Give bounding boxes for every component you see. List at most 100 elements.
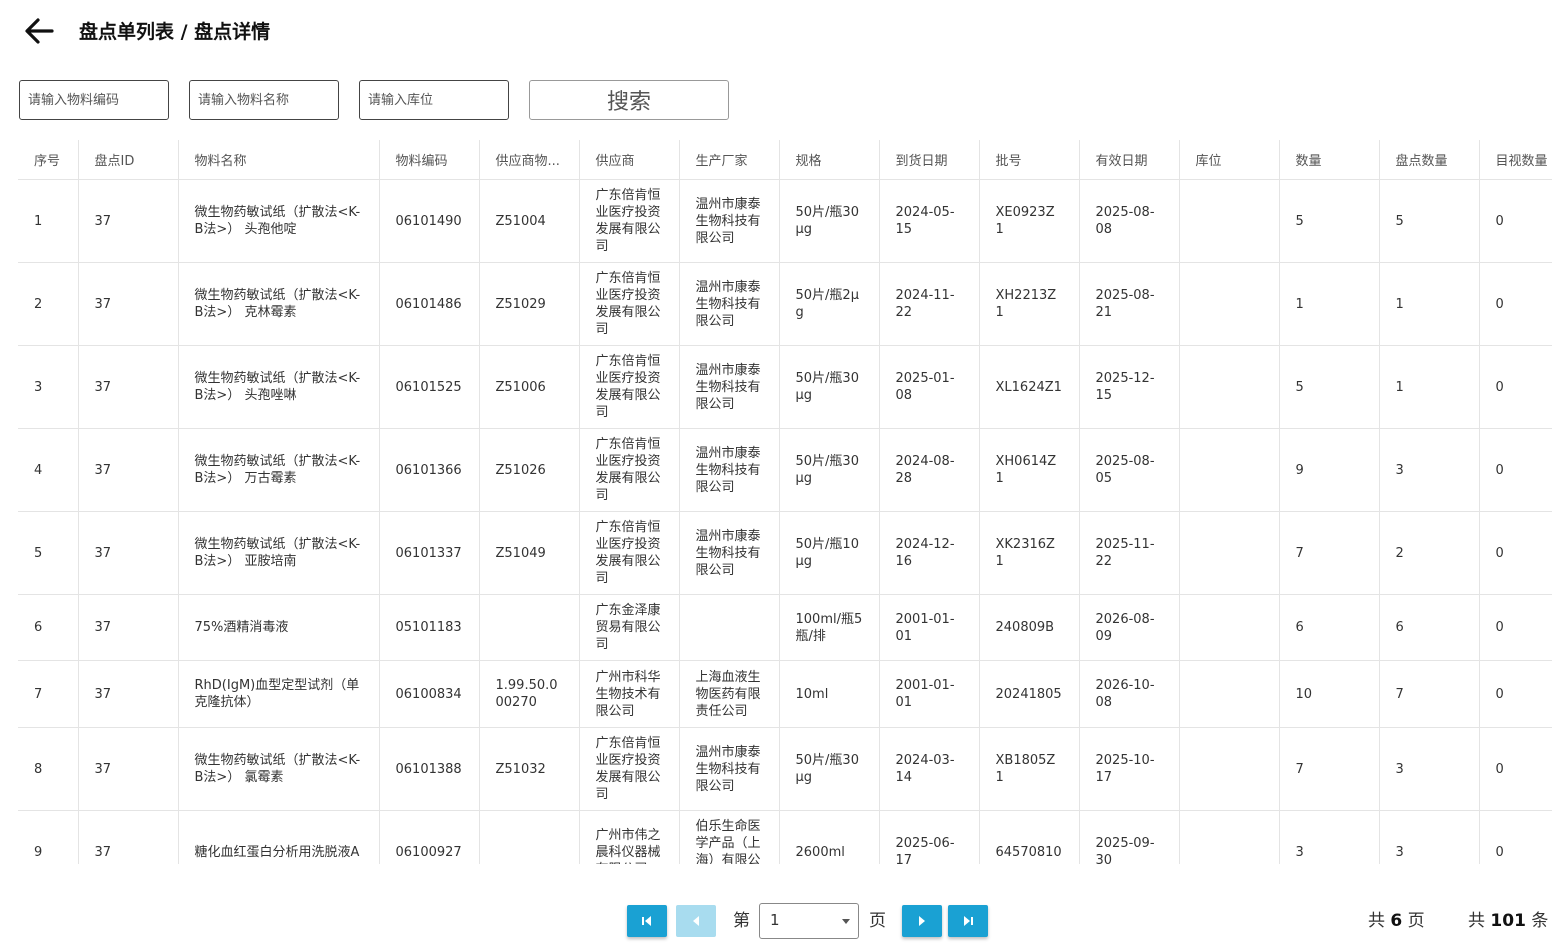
table-cell: 0 — [1479, 179, 1552, 263]
table-cell: 9 — [18, 810, 79, 864]
total-pages-value: 6 — [1390, 911, 1403, 931]
table-cell: Z51006 — [479, 345, 580, 429]
table-cell: 06101490 — [379, 179, 480, 263]
pagination: 第 1 页 共 6 页 共 101 条 — [0, 900, 1552, 944]
table-cell: 广东倍肯恒业医疗投资发展有限公司 — [579, 428, 680, 512]
table-cell: 06101486 — [379, 262, 480, 346]
total-pages: 共 6 页 — [1368, 910, 1425, 932]
table-cell — [1179, 594, 1280, 661]
table-cell: 5 — [1379, 179, 1480, 263]
table-cell: 5 — [1279, 179, 1380, 263]
table-cell: 37 — [78, 727, 179, 811]
table-cell: 温州市康泰生物科技有限公司 — [679, 262, 780, 346]
table-cell: 2024-08-28 — [879, 428, 980, 512]
location-input[interactable] — [359, 80, 509, 120]
table-header-row: 序号 盘点ID 物料名称 物料编码 供应商物... 供应商 生产厂家 规格 到货日期 批号 有效日期… — [18, 140, 1552, 180]
table-row[interactable]: 6 37 75%酒精消毒液 05101183 广东金泽康贸易有限公司 100ml/瓶5瓶/… — [18, 594, 1552, 661]
table-cell: 37 — [78, 594, 179, 661]
column-header: 库位 — [1179, 140, 1280, 180]
page-suffix-label: 页 — [869, 911, 886, 931]
column-header: 规格 — [779, 140, 880, 180]
table-cell: 7 — [1279, 511, 1380, 595]
column-header: 盘点数量 — [1379, 140, 1480, 180]
table-cell: 50片/瓶10μg — [779, 511, 880, 595]
material-code-input[interactable] — [19, 80, 169, 120]
table-cell: 1.99.50.000270 — [479, 660, 580, 728]
table-cell: 0 — [1479, 511, 1552, 595]
table-row[interactable]: 5 37 微生物药敏试纸（扩散法<K-B法>） 亚胺培南 06101337 Z51049… — [18, 511, 1552, 595]
table-cell — [479, 810, 580, 864]
column-header: 有效日期 — [1079, 140, 1180, 180]
table-cell: 广东倍肯恒业医疗投资发展有限公司 — [579, 727, 680, 811]
table-cell: 7 — [1279, 727, 1380, 811]
table-row[interactable]: 937糖化血红蛋白分析用洗脱液A06100927 广州市伟之晨科仪器械有限公司伯乐… — [18, 810, 1552, 864]
table-cell: 06101388 — [379, 727, 480, 811]
table-cell: 05101183 — [379, 594, 480, 661]
table-row[interactable]: 1 37 微生物药敏试纸（扩散法<K-B法>） 头孢他啶 06101490 Z51004… — [18, 179, 1552, 263]
table-cell: 50片/瓶30μg — [779, 727, 880, 811]
table-cell: 5 — [1279, 345, 1380, 429]
column-header: 物料名称 — [178, 140, 380, 180]
search-button[interactable]: 搜索 — [529, 80, 729, 120]
table-cell: 37 — [78, 511, 179, 595]
table-cell: 6 — [1279, 594, 1380, 661]
table-row[interactable]: 3 37 微生物药敏试纸（扩散法<K-B法>） 头孢唑啉 06101525 Z51006… — [18, 345, 1552, 429]
table-cell: 温州市康泰生物科技有限公司 — [679, 345, 780, 429]
table-row[interactable]: 4 37 微生物药敏试纸（扩散法<K-B法>） 万古霉素 06101366 Z51026… — [18, 428, 1552, 512]
table-cell: 37 — [78, 345, 179, 429]
column-header: 物料编码 — [379, 140, 480, 180]
material-name-input[interactable] — [189, 80, 339, 120]
table-cell: 37 — [78, 428, 179, 512]
prev-page-button[interactable] — [676, 905, 716, 937]
table-cell: 8 — [18, 727, 79, 811]
table-cell: 2025-10-17 — [1079, 727, 1180, 811]
table-row[interactable]: 7 37 RhD(IgM)血型定型试剂（单克隆抗体） 06100834 1.99.50.… — [18, 660, 1552, 728]
table-row[interactable]: 2 37 微生物药敏试纸（扩散法<K-B法>） 克林霉素 06101486 Z51029… — [18, 262, 1552, 346]
table-cell: 1 — [1379, 345, 1480, 429]
table-cell — [1179, 511, 1280, 595]
table-cell: 2024-11-22 — [879, 262, 980, 346]
table-cell — [679, 594, 780, 661]
table-cell: 广州市科华生物技术有限公司 — [579, 660, 680, 728]
table-cell — [1179, 660, 1280, 728]
table-cell — [1179, 727, 1280, 811]
table-cell: 1 — [1379, 262, 1480, 346]
last-page-button[interactable] — [948, 905, 988, 937]
table-cell: 4 — [18, 428, 79, 512]
table-cell — [1179, 345, 1280, 429]
page-prefix-label: 第 — [733, 911, 750, 931]
table-cell: Z51029 — [479, 262, 580, 346]
table-row[interactable]: 8 37 微生物药敏试纸（扩散法<K-B法>） 氯霉素 06101388 Z51032 广… — [18, 727, 1552, 811]
table-cell: 广东金泽康贸易有限公司 — [579, 594, 680, 661]
table-cell: 0 — [1479, 810, 1552, 864]
table-cell: 3 — [18, 345, 79, 429]
table-cell: XL1624Z1 — [979, 345, 1080, 429]
table-cell: 微生物药敏试纸（扩散法<K-B法>） 亚胺培南 — [178, 511, 380, 595]
column-header: 供应商 — [579, 140, 680, 180]
first-page-icon — [642, 916, 651, 926]
next-page-button[interactable] — [902, 905, 942, 937]
next-page-icon — [919, 916, 925, 926]
arrow-left-icon — [25, 18, 54, 44]
table-cell: 2025-09-30 — [1079, 810, 1180, 864]
prev-page-icon — [693, 916, 699, 926]
column-header: 生产厂家 — [679, 140, 780, 180]
table-cell: 2 — [1379, 511, 1480, 595]
table-cell: 广东倍肯恒业医疗投资发展有限公司 — [579, 345, 680, 429]
table-cell: 2025-06-17 — [879, 810, 980, 864]
table-cell: 10 — [1279, 660, 1380, 728]
page-number-select[interactable]: 1 — [759, 903, 859, 939]
table-cell — [1179, 810, 1280, 864]
table-cell: 2024-03-14 — [879, 727, 980, 811]
table-cell: Z51004 — [479, 179, 580, 263]
table-cell: XH2213Z1 — [979, 262, 1080, 346]
table-cell: 2025-11-22 — [1079, 511, 1180, 595]
table-cell — [1179, 179, 1280, 263]
table-cell: 温州市康泰生物科技有限公司 — [679, 179, 780, 263]
table-cell: 06100834 — [379, 660, 480, 728]
table-cell: XK2316Z1 — [979, 511, 1080, 595]
back-button[interactable] — [22, 14, 56, 48]
table-cell: 2600ml — [779, 810, 880, 864]
first-page-button[interactable] — [627, 905, 667, 937]
table-cell: 64570810 — [979, 810, 1080, 864]
